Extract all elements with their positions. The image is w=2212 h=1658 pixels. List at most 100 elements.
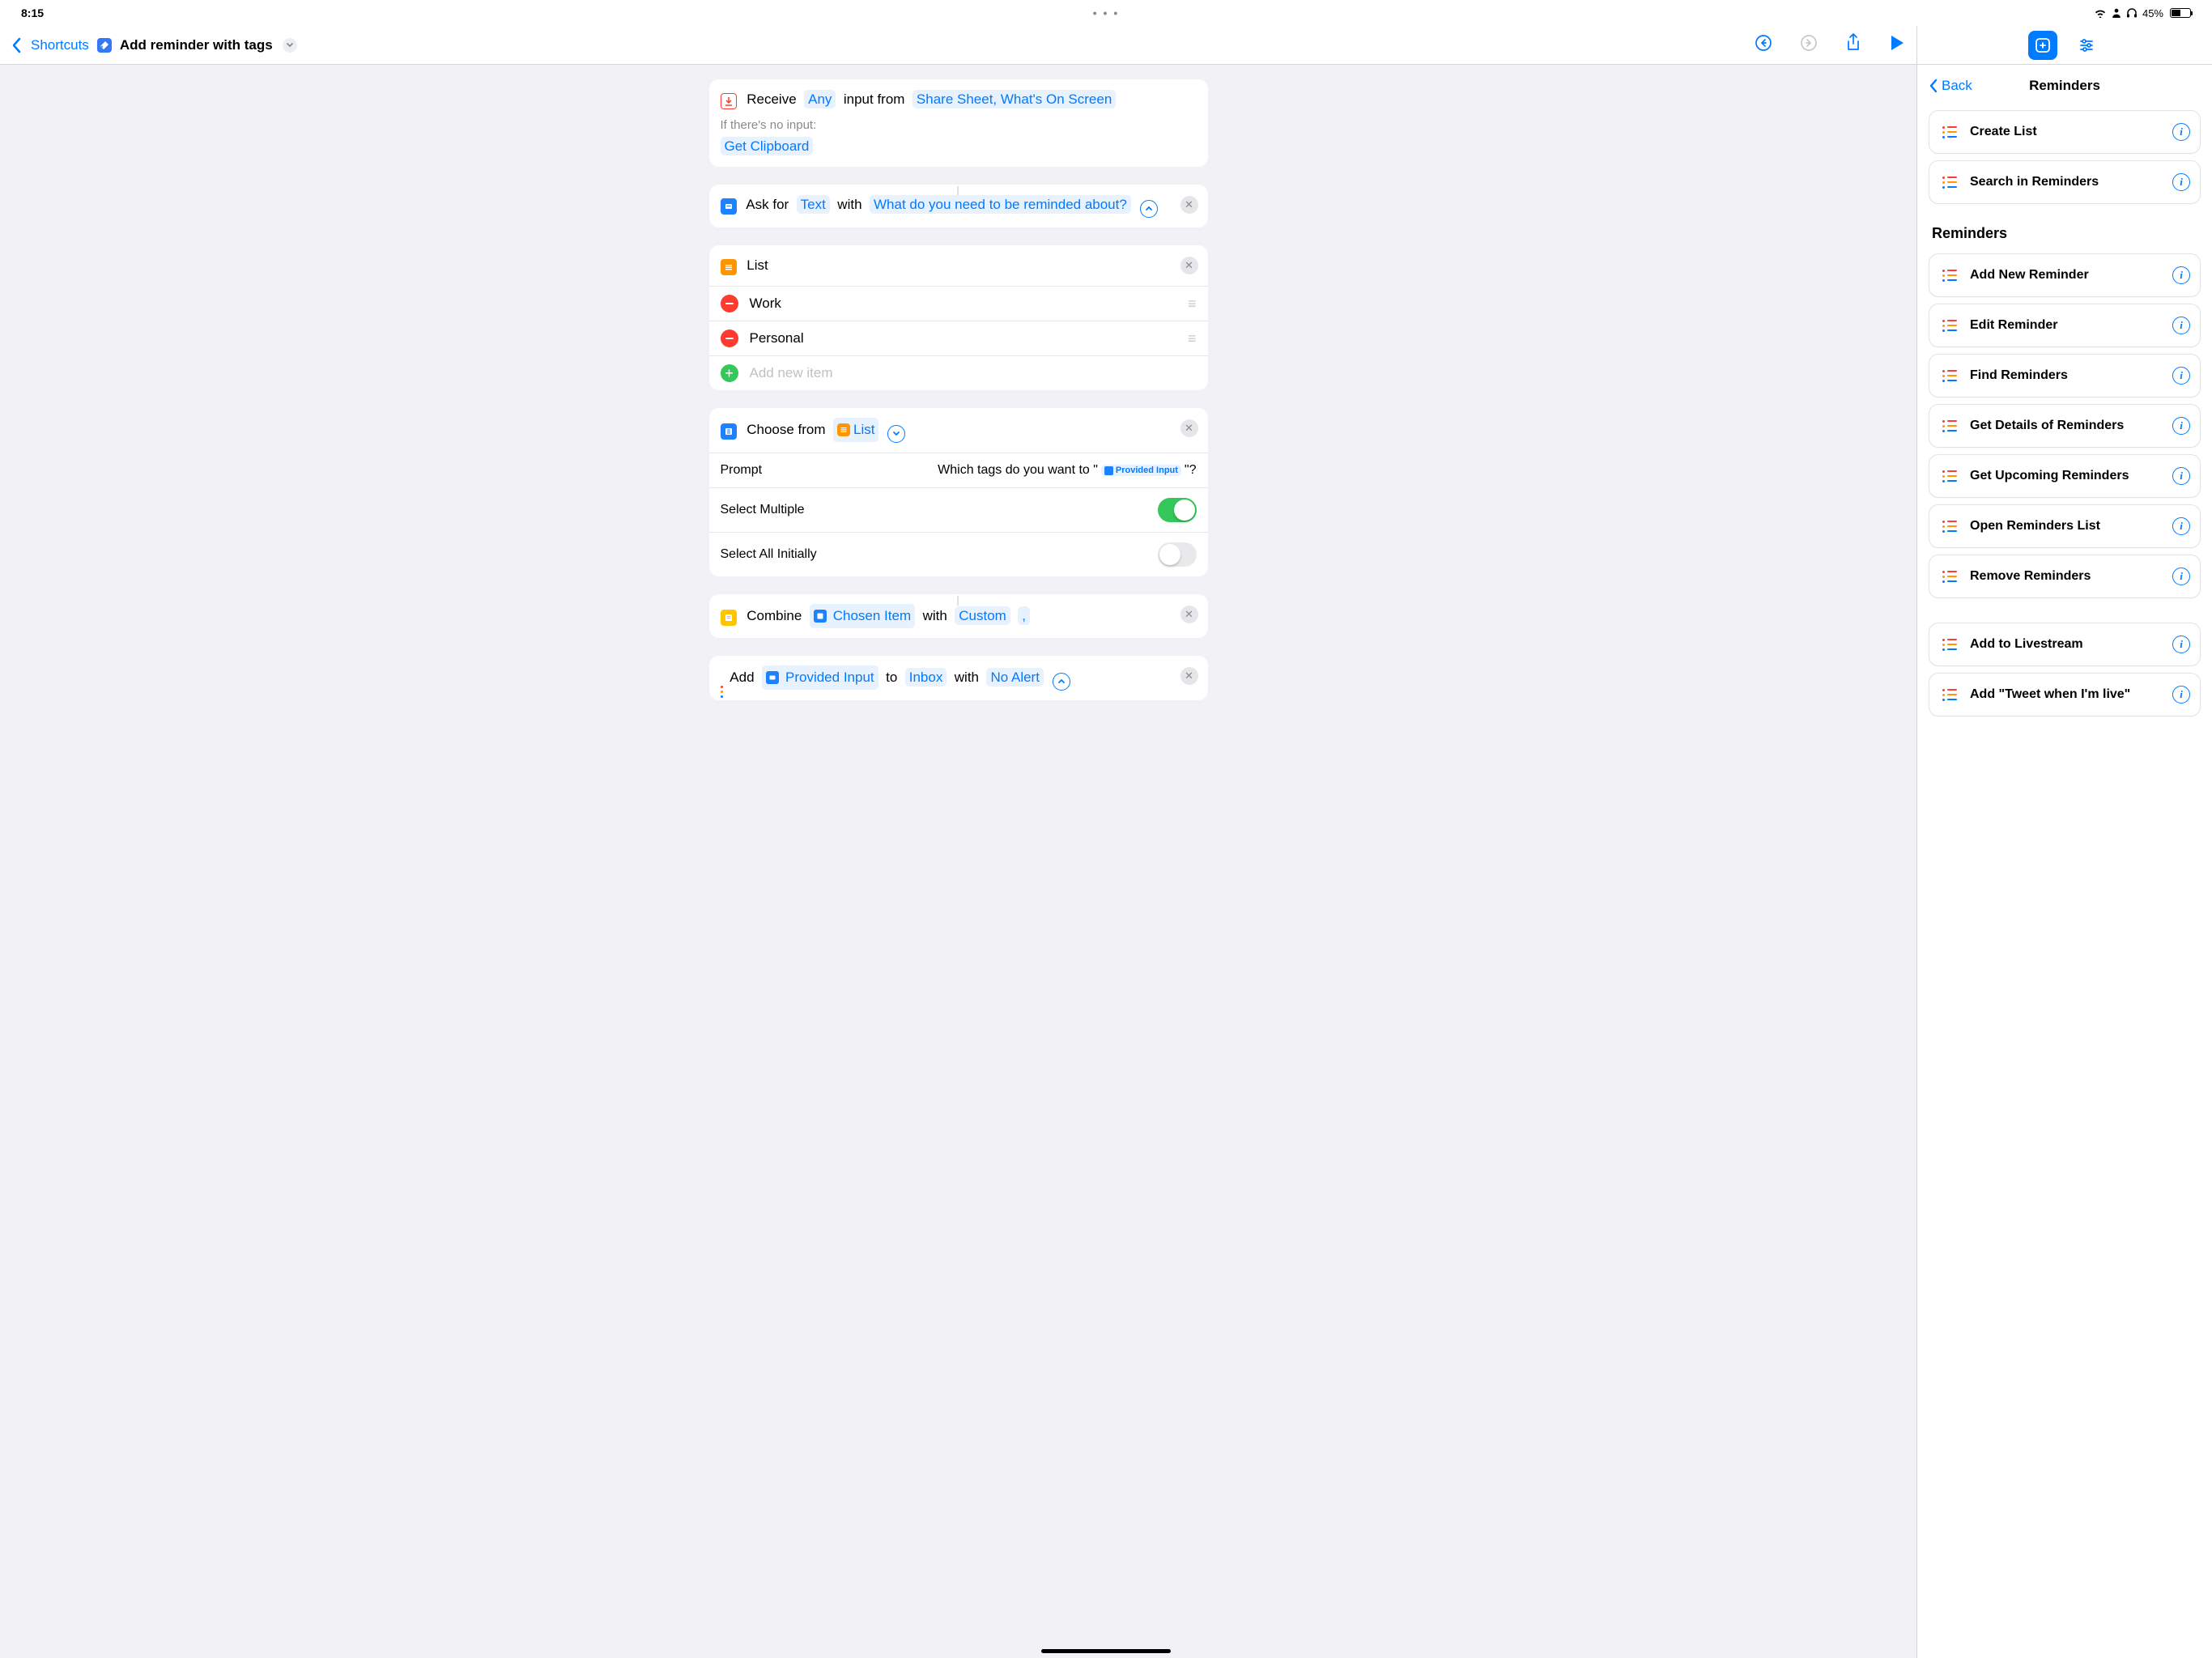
info-button[interactable]: i (2172, 123, 2190, 141)
list-item-row[interactable]: Work ≡ (709, 286, 1208, 321)
ask-verb: Ask for (746, 197, 789, 212)
input-mini-icon (1104, 466, 1113, 475)
action-combine[interactable]: Combine Chosen Item with Custom , ✕ (709, 594, 1208, 638)
library-item-label: Edit Reminder (1970, 318, 2163, 333)
library-action-item[interactable]: Add "Tweet when I'm live" i (1929, 673, 2201, 716)
info-button[interactable]: i (2172, 417, 2190, 435)
reminders-icon (1939, 265, 1960, 286)
action-list[interactable]: List ✕ Work ≡ Personal ≡ + (709, 245, 1208, 390)
combine-with: with (923, 608, 947, 623)
library-filters-tab[interactable] (2072, 31, 2101, 60)
expand-chevron-icon[interactable] (1053, 673, 1070, 691)
info-button[interactable]: i (2172, 173, 2190, 191)
param-prompt[interactable]: Prompt Which tags do you want to " Provi… (709, 453, 1208, 487)
redo-button (1800, 34, 1818, 56)
add-item-row[interactable]: + Add new item (709, 355, 1208, 390)
action-ask[interactable]: Ask for Text with What do you need to be… (709, 185, 1208, 227)
share-button[interactable] (1845, 33, 1861, 57)
toggle-select-multiple[interactable] (1158, 498, 1197, 522)
library-action-item[interactable]: Create List i (1929, 110, 2201, 154)
multitask-dots[interactable]: • • • (1093, 6, 1119, 19)
info-button[interactable]: i (2172, 317, 2190, 334)
action-receive[interactable]: Receive Any input from Share Sheet, What… (709, 79, 1208, 167)
library-action-item[interactable]: Add New Reminder i (1929, 253, 2201, 297)
input-icon (721, 93, 737, 109)
action-choose[interactable]: Choose from List ✕ Prompt (709, 408, 1208, 576)
back-shortcuts-link[interactable]: Shortcuts (31, 37, 89, 53)
run-button[interactable] (1889, 34, 1905, 56)
library-action-item[interactable]: Add to Livestream i (1929, 623, 2201, 666)
info-button[interactable]: i (2172, 568, 2190, 585)
add-list-token[interactable]: Inbox (905, 668, 947, 687)
remove-item-button[interactable] (721, 329, 738, 347)
person-icon (2112, 8, 2121, 18)
library-item-label: Get Upcoming Reminders (1970, 469, 2163, 483)
input-mini-icon (766, 671, 779, 684)
editor-canvas[interactable]: Receive Any input from Share Sheet, What… (0, 65, 1916, 1658)
provided-input-token[interactable]: Provided Input (1101, 465, 1181, 476)
status-time: 8:15 (21, 6, 44, 19)
library-action-item[interactable]: Open Reminders List i (1929, 504, 2201, 548)
undo-button[interactable] (1755, 34, 1772, 56)
receive-mid: input from (844, 91, 905, 107)
add-alert-token[interactable]: No Alert (986, 668, 1043, 687)
info-button[interactable]: i (2172, 686, 2190, 704)
delete-action-button[interactable]: ✕ (1180, 667, 1198, 685)
library-action-item[interactable]: Get Upcoming Reminders i (1929, 454, 2201, 498)
back-chevron-icon[interactable] (11, 37, 23, 53)
delete-action-button[interactable]: ✕ (1180, 606, 1198, 623)
delete-action-button[interactable]: ✕ (1180, 196, 1198, 214)
reminders-icon (1939, 315, 1960, 336)
info-button[interactable]: i (2172, 266, 2190, 284)
param-label: Prompt (721, 463, 763, 478)
expand-chevron-icon[interactable] (1140, 200, 1158, 218)
combine-sep-token[interactable]: , (1018, 606, 1030, 625)
param-label: Select Multiple (721, 503, 805, 517)
collapse-chevron-icon[interactable] (887, 425, 905, 443)
receive-any-token[interactable]: Any (804, 90, 836, 108)
info-button[interactable]: i (2172, 467, 2190, 485)
choose-source-token[interactable]: List (833, 418, 878, 442)
param-label: Select All Initially (721, 547, 817, 562)
library-item-label: Search in Reminders (1970, 175, 2163, 189)
remove-item-button[interactable] (721, 295, 738, 312)
fallback-token[interactable]: Get Clipboard (721, 137, 814, 155)
ask-prompt-token[interactable]: What do you need to be reminded about? (870, 195, 1131, 214)
library-body[interactable]: Back Reminders Create List i Search in R… (1917, 65, 2212, 1658)
reminders-icon (1939, 684, 1960, 705)
library-title: Reminders (2029, 78, 2100, 94)
library-apps-tab[interactable] (2028, 31, 2057, 60)
library-action-item[interactable]: Get Details of Reminders i (1929, 404, 2201, 448)
info-button[interactable]: i (2172, 517, 2190, 535)
info-button[interactable]: i (2172, 367, 2190, 385)
toggle-select-all[interactable] (1158, 542, 1197, 567)
info-button[interactable]: i (2172, 636, 2190, 653)
param-value[interactable]: Which tags do you want to " Provided Inp… (938, 463, 1196, 478)
add-item-button[interactable]: + (721, 364, 738, 382)
add-item-placeholder: Add new item (750, 365, 833, 381)
library-back-button[interactable]: Back (1929, 78, 1972, 94)
library-item-label: Get Details of Reminders (1970, 419, 2163, 433)
list-item-label: Work (750, 295, 781, 312)
choose-icon (721, 423, 737, 440)
library-action-item[interactable]: Remove Reminders i (1929, 555, 2201, 598)
combine-source-token[interactable]: Chosen Item (810, 604, 915, 628)
combine-mode-token[interactable]: Custom (955, 606, 1010, 625)
drag-handle-icon[interactable]: ≡ (1188, 330, 1197, 347)
title-dropdown-chevron[interactable] (283, 38, 297, 53)
drag-handle-icon[interactable]: ≡ (1188, 295, 1197, 312)
delete-action-button[interactable]: ✕ (1180, 257, 1198, 274)
list-item-row[interactable]: Personal ≡ (709, 321, 1208, 355)
library-action-item[interactable]: Edit Reminder i (1929, 304, 2201, 347)
library-section-title: Reminders (1917, 210, 2212, 247)
ask-type-token[interactable]: Text (797, 195, 830, 214)
library-action-item[interactable]: Search in Reminders i (1929, 160, 2201, 204)
param-select-all: Select All Initially (709, 532, 1208, 576)
library-action-item[interactable]: Find Reminders i (1929, 354, 2201, 397)
home-indicator[interactable] (1041, 1649, 1171, 1653)
delete-action-button[interactable]: ✕ (1180, 419, 1198, 437)
action-add-reminder[interactable]: Add Provided Input to Inbox with No Aler… (709, 656, 1208, 700)
receive-sources-token[interactable]: Share Sheet, What's On Screen (912, 90, 1116, 108)
list-mini-icon (837, 423, 850, 436)
add-what-token[interactable]: Provided Input (762, 665, 878, 690)
